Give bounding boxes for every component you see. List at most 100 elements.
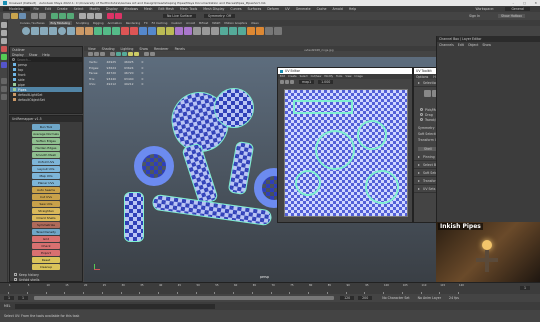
checkbox[interactable] [14, 273, 17, 276]
lasso-tool-icon[interactable] [1, 30, 7, 36]
uv-planar-icon[interactable] [175, 27, 183, 35]
camera-icon[interactable] [274, 27, 282, 35]
snap-point-icon[interactable] [95, 13, 102, 19]
shelf-tab[interactable]: Motion Graphics [224, 21, 247, 25]
poly-cylinder-icon[interactable] [40, 27, 48, 35]
menu-edit[interactable]: Edit [45, 7, 51, 11]
menu-mesh[interactable]: Mesh [144, 7, 152, 11]
uv-shell-icon[interactable] [280, 80, 284, 84]
tool-button[interactable]: Texel Density [32, 229, 60, 235]
uv-grid-icon[interactable] [290, 80, 294, 84]
wireframe-icon[interactable] [220, 27, 228, 35]
tool-button[interactable]: Layout UVs [32, 166, 60, 172]
tool-button[interactable]: Soften Edges [32, 138, 60, 144]
uv-menu-item[interactable]: Image [355, 75, 363, 78]
menu-create[interactable]: Create [57, 7, 68, 11]
xray-icon[interactable] [256, 27, 264, 35]
wireframe-shaded-icon[interactable] [116, 52, 121, 56]
viewport-menu-shading[interactable]: Shading [102, 47, 115, 51]
tool-button[interactable]: Planar UVs [32, 180, 60, 186]
shelf-tab-active[interactable]: Poly Modeling [48, 21, 72, 25]
poly-cone-icon[interactable] [49, 27, 57, 35]
tool-button[interactable]: Export [32, 250, 60, 256]
shelf-tab[interactable]: MASH [212, 21, 220, 25]
paint-select-icon[interactable] [1, 38, 7, 44]
shelf-tab[interactable]: Custom [171, 21, 182, 25]
bevel-icon[interactable] [112, 27, 120, 35]
shelf-tab[interactable]: Sculpting [76, 21, 89, 25]
viewport-menu-view[interactable]: View [88, 47, 96, 51]
shelf-tab[interactable]: Rigging [93, 21, 104, 25]
tool-button[interactable]: Run Tool [32, 124, 60, 130]
close-button[interactable]: ✕ [534, 1, 537, 5]
radio-button[interactable] [420, 108, 423, 111]
uv-checker-icon[interactable] [285, 80, 289, 84]
menu-arnold[interactable]: Arnold [333, 7, 343, 11]
grid-icon[interactable] [110, 52, 115, 56]
viewport-menu-show[interactable]: Show [139, 47, 148, 51]
menu-modify[interactable]: Modify [89, 7, 100, 11]
outliner-menu-show[interactable]: Show [29, 53, 38, 57]
shell-button[interactable]: Shell [418, 147, 438, 151]
move-tool-icon[interactable] [1, 46, 7, 52]
delete-history-icon[interactable] [211, 27, 219, 35]
uv-shell[interactable] [295, 170, 321, 196]
uv-shell[interactable] [365, 170, 399, 204]
outliner-item[interactable]: defaultObjectSet [10, 97, 82, 102]
workspace-dropdown[interactable]: General [505, 7, 530, 11]
layout-outliner-icon[interactable] [1, 94, 7, 100]
bookmark-icon[interactable] [94, 52, 99, 56]
render-icon[interactable] [107, 13, 114, 19]
poly-torus-icon[interactable] [58, 27, 66, 35]
no-anim-layer[interactable]: No Anim Layer [418, 296, 441, 300]
outliner-menu-display[interactable]: Display [12, 53, 24, 57]
channel-box-tab[interactable]: Edit [458, 43, 464, 47]
textured-icon[interactable] [122, 52, 127, 56]
select-tool-icon[interactable] [1, 22, 7, 28]
command-input[interactable] [14, 303, 215, 309]
poly-sphere-icon[interactable] [22, 27, 30, 35]
xray-icon[interactable] [144, 52, 149, 56]
shelf-tab[interactable]: Rendering [126, 21, 140, 25]
uv-shell[interactable] [293, 100, 353, 114]
outliner-menu-help[interactable]: Help [42, 53, 49, 57]
tool-button[interactable]: Map UVs [32, 173, 60, 179]
maximize-button[interactable]: □ [523, 1, 526, 5]
tool-button[interactable]: Sew UVs [32, 201, 60, 207]
shelf-tab[interactable]: Curves / Surfaces [20, 21, 45, 25]
menu-select[interactable]: Select [74, 7, 84, 11]
camera-select-icon[interactable] [88, 52, 93, 56]
tool-button[interactable]: Straighten [32, 208, 60, 214]
playback-start-field[interactable]: 1 [18, 296, 29, 300]
viewport-menu-renderer[interactable]: Renderer [154, 47, 169, 51]
shelf-tab[interactable]: Arnold [186, 21, 195, 25]
show-hotbox-button[interactable]: Show Hotbox [498, 14, 525, 18]
texture-icon[interactable] [238, 27, 246, 35]
uv-shell[interactable] [315, 130, 355, 170]
grid-toggle-icon[interactable] [265, 27, 273, 35]
center-pivot-icon[interactable] [202, 27, 210, 35]
extrude-icon[interactable] [94, 27, 102, 35]
redo-icon[interactable] [39, 13, 46, 19]
isolate-icon[interactable] [247, 27, 255, 35]
bridge-icon[interactable] [103, 27, 111, 35]
tool-button[interactable]: Unfold UVs [32, 159, 60, 165]
tool-button[interactable]: Auto Seams [32, 187, 60, 193]
shaded-icon[interactable] [229, 27, 237, 35]
new-scene-icon[interactable] [3, 13, 10, 19]
radio-button[interactable] [420, 118, 423, 121]
time-slider[interactable]: 1 5 10 15 20 25 30 35 40 45 50 55 60 65 70 75 80 85 90 95 10… [0, 282, 540, 295]
fill-hole-icon[interactable] [157, 27, 165, 35]
uv-menu-item[interactable]: Select [300, 75, 308, 78]
uv-set-field[interactable]: map1 [299, 80, 315, 84]
menu-mesh-display[interactable]: Mesh Display [203, 7, 224, 11]
layout-four-icon[interactable] [1, 86, 7, 92]
target-weld-icon[interactable] [130, 27, 138, 35]
range-bar[interactable] [34, 296, 335, 300]
menu-curves[interactable]: Curves [230, 7, 241, 11]
snap-grid-icon[interactable] [79, 13, 86, 19]
checkbox[interactable] [14, 278, 17, 281]
viewport-menu-panels[interactable]: Panels [175, 47, 185, 51]
menu-edit-mesh[interactable]: Edit Mesh [158, 7, 174, 11]
menu-file[interactable]: File [34, 7, 39, 11]
